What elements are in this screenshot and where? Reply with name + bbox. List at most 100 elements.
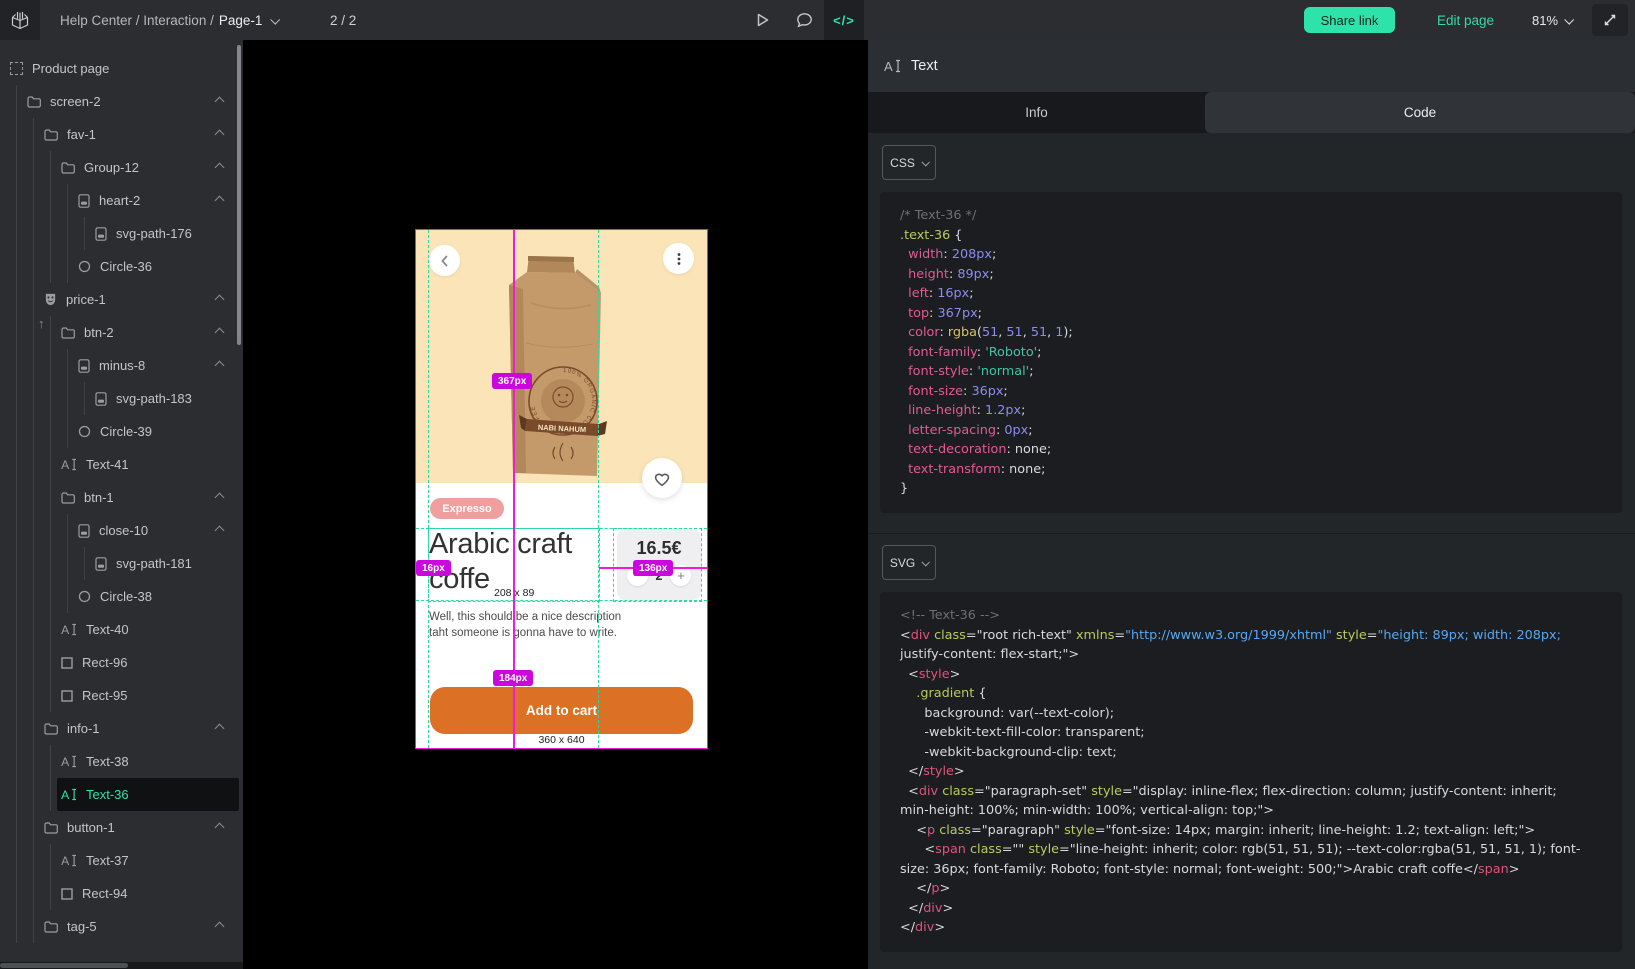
chevron-up-icon[interactable]: [215, 163, 225, 173]
edit-page-link[interactable]: Edit page: [1437, 0, 1494, 40]
tree-guide-line: [27, 580, 44, 613]
chevron-down-icon[interactable]: [271, 14, 281, 24]
tree-guide-line: [61, 547, 78, 580]
code-line: .text-36 {: [900, 226, 1610, 246]
layer-item-minus-8[interactable]: minus-8: [0, 349, 243, 382]
code-line: letter-spacing: 0px;: [900, 421, 1610, 441]
chevron-up-icon[interactable]: [215, 328, 225, 338]
description-line: Well, this should be a nice description: [429, 610, 621, 626]
layer-item-svg-path-181[interactable]: svg-path-181: [0, 547, 243, 580]
code-line: font-style: 'normal';: [900, 362, 1610, 382]
chevron-up-icon[interactable]: [215, 97, 225, 107]
layer-item-text-40[interactable]: AText-40: [0, 613, 243, 646]
tree-guide-line: [27, 811, 44, 844]
breadcrumb-current[interactable]: Page-1: [219, 13, 263, 28]
layer-item-text-38[interactable]: AText-38: [0, 745, 243, 778]
layer-item-product page[interactable]: Product page: [0, 52, 243, 85]
add-to-cart-button[interactable]: Add to cart: [430, 687, 693, 734]
code-line: top: 367px;: [900, 304, 1610, 324]
chevron-up-icon[interactable]: [215, 724, 225, 734]
tree-guide-line: [10, 382, 27, 415]
chevron-up-icon[interactable]: [215, 823, 225, 833]
tree-guide-line: [44, 514, 61, 547]
svg-language-select[interactable]: SVG: [882, 545, 936, 580]
layer-item-screen-2[interactable]: screen-2: [0, 85, 243, 118]
layer-item-rect-95[interactable]: Rect-95: [0, 679, 243, 712]
comment-button[interactable]: [784, 0, 824, 40]
code-line: -webkit-background-clip: text;: [900, 743, 1610, 763]
page-indicator: 2 / 2: [330, 0, 356, 40]
folder-icon: [61, 162, 75, 174]
chevron-up-icon[interactable]: [215, 493, 225, 503]
chevron-up-icon[interactable]: [215, 922, 225, 932]
zoom-control[interactable]: 81%: [1532, 0, 1572, 40]
layer-item-svg-path-176[interactable]: svg-path-176: [0, 217, 243, 250]
chevron-up-icon[interactable]: [215, 130, 225, 140]
layer-item-rect-94[interactable]: Rect-94: [0, 877, 243, 910]
layer-item-tag-5[interactable]: tag-5: [0, 910, 243, 943]
share-link-button[interactable]: Share link: [1304, 7, 1395, 33]
tree-guide-line: [27, 118, 44, 151]
tree-guide-line: [44, 745, 61, 778]
tree-guide-line: [10, 448, 27, 481]
tree-guide-line: [27, 448, 44, 481]
layer-item-btn-1[interactable]: btn-1: [0, 481, 243, 514]
back-button[interactable]: [429, 245, 460, 276]
inspector-header: A Text: [868, 40, 1635, 92]
css-select-value: CSS: [890, 156, 915, 170]
sidebar-hscroll-thumb[interactable]: [0, 963, 128, 968]
fullscreen-button[interactable]: [1592, 4, 1628, 36]
layer-item-text-37[interactable]: AText-37: [0, 844, 243, 877]
layer-item-btn-2[interactable]: btn-2: [0, 316, 243, 349]
sidebar-hscrollbar[interactable]: [0, 962, 243, 969]
layer-item-text-36[interactable]: AText-36: [0, 778, 243, 811]
chevron-up-icon[interactable]: [215, 295, 225, 305]
chevron-up-icon[interactable]: [215, 361, 225, 371]
layer-item-info-1[interactable]: info-1: [0, 712, 243, 745]
tree-guide-line: [10, 349, 27, 382]
tree-guide-line: [44, 316, 61, 349]
layer-label: Text-37: [86, 853, 129, 868]
text-icon: A: [61, 755, 77, 768]
layer-item-price-1[interactable]: price-1: [0, 283, 243, 316]
tab-code[interactable]: Code: [1205, 92, 1635, 133]
layer-item-close-10[interactable]: close-10: [0, 514, 243, 547]
layer-item-group-12[interactable]: Group-12: [0, 151, 243, 184]
layer-item-circle-39[interactable]: Circle-39: [0, 415, 243, 448]
design-canvas[interactable]: 100% ORGANIC COLOMBIA COFFEE NABI NAHUM: [243, 40, 868, 969]
css-language-select[interactable]: CSS: [882, 145, 936, 180]
app-logo[interactable]: [0, 0, 40, 40]
layer-item-text-41[interactable]: AText-41: [0, 448, 243, 481]
tree-guide-line: [27, 481, 44, 514]
more-menu-button[interactable]: [663, 243, 694, 274]
breadcrumb[interactable]: Help Center / Interaction / Page-1: [60, 0, 278, 40]
favorite-button[interactable]: [642, 458, 682, 498]
layer-item-circle-36[interactable]: Circle-36: [0, 250, 243, 283]
chevron-up-icon[interactable]: [215, 196, 225, 206]
layer-label: Product page: [32, 61, 109, 76]
layer-item-fav-1[interactable]: fav-1: [0, 118, 243, 151]
layer-item-rect-96[interactable]: Rect-96: [0, 646, 243, 679]
code-button[interactable]: </>: [824, 0, 864, 40]
layer-item-svg-path-183[interactable]: svg-path-183: [0, 382, 243, 415]
tree-guide-line: [10, 877, 27, 910]
inspector-body: CSS /* Text-36 */.text-36 { width: 208px…: [868, 133, 1635, 969]
tab-info[interactable]: Info: [868, 92, 1205, 133]
layer-item-button-1[interactable]: button-1: [0, 811, 243, 844]
tree-guide-line: [61, 349, 78, 382]
layer-item-heart-2[interactable]: heart-2: [0, 184, 243, 217]
code-line: </style>: [900, 762, 1610, 782]
screen-frame[interactable]: 100% ORGANIC COLOMBIA COFFEE NABI NAHUM: [416, 230, 707, 748]
code-line: </div>: [900, 899, 1610, 919]
tree-guide-line: [61, 580, 78, 613]
chevron-up-icon[interactable]: [215, 526, 225, 536]
layer-item-circle-38[interactable]: Circle-38: [0, 580, 243, 613]
tree-guide-line: [27, 415, 44, 448]
tree-guide-line: [10, 547, 27, 580]
tree-guide-line: [10, 580, 27, 613]
tree-guide-line: [44, 349, 61, 382]
tree-guide-line: [27, 514, 44, 547]
layer-label: info-1: [67, 721, 100, 736]
play-button[interactable]: [742, 0, 782, 40]
sidebar-scrollbar[interactable]: [237, 45, 241, 345]
